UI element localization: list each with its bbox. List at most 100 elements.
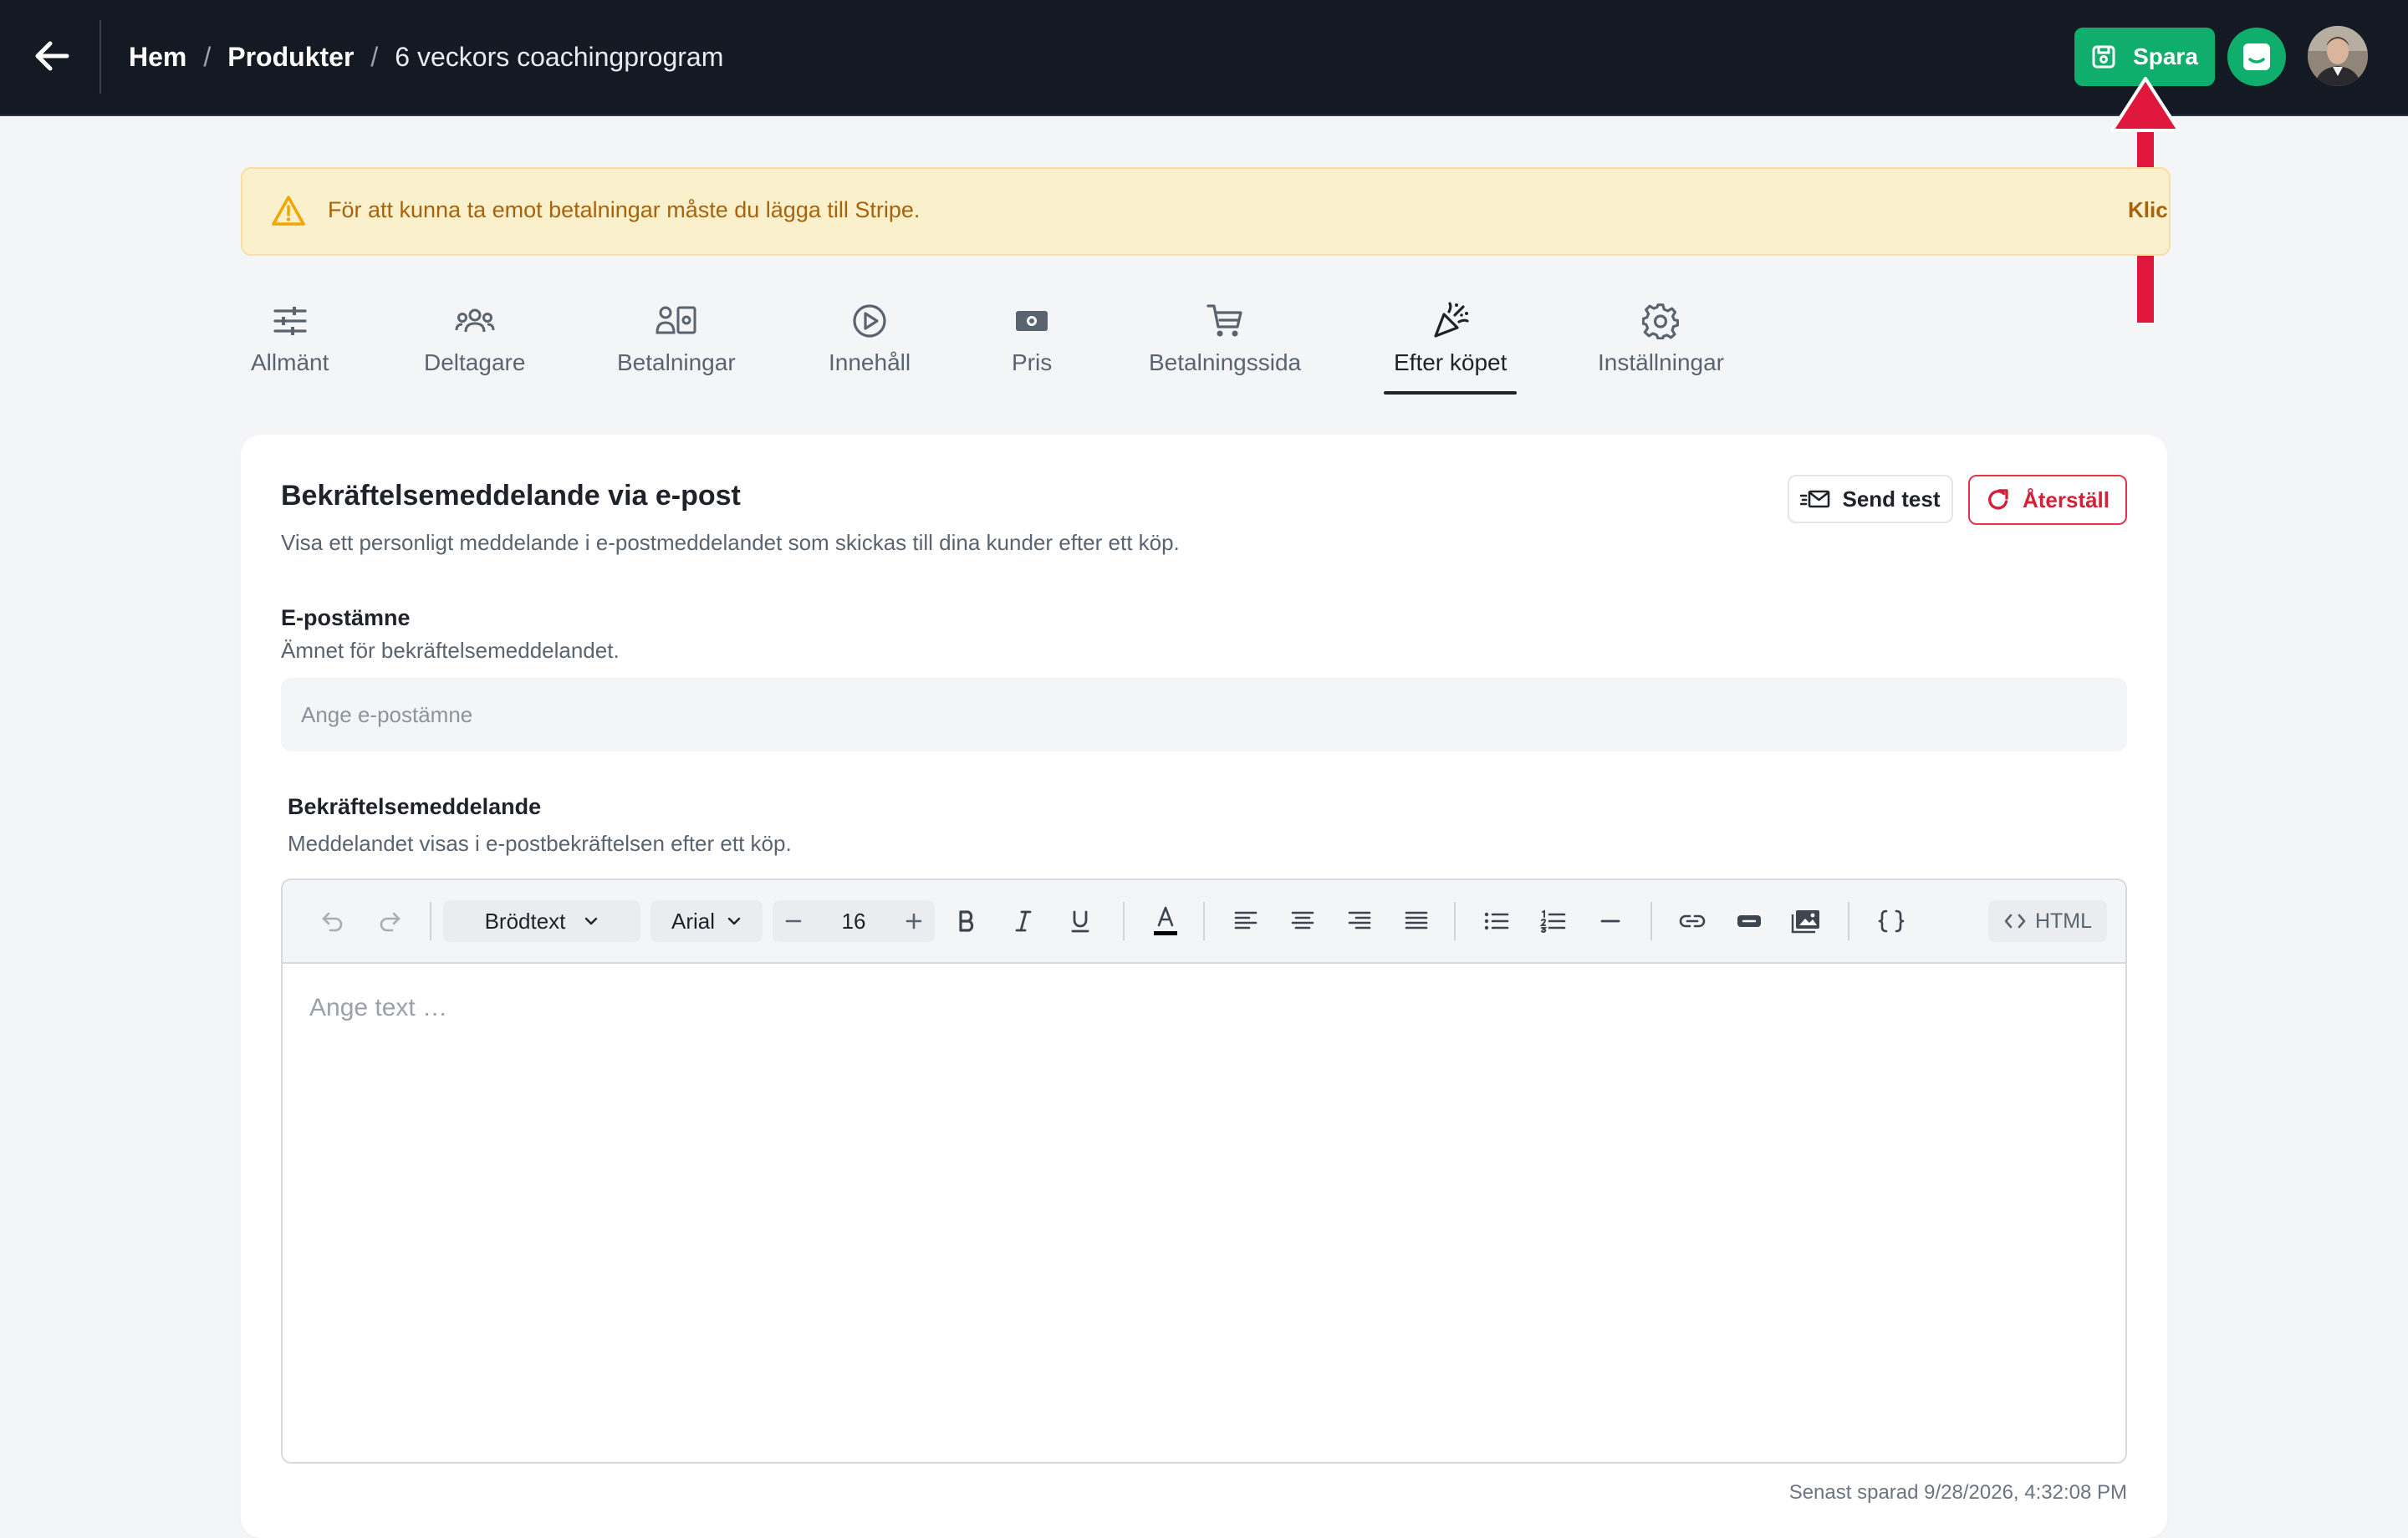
italic-icon [1015, 910, 1032, 932]
block-style-select[interactable]: Brödtext [443, 900, 640, 942]
align-right-button[interactable] [1341, 900, 1378, 942]
tab-label: Allmänt [251, 349, 329, 375]
image-icon [1791, 910, 1819, 934]
tab-label: Innehåll [829, 349, 911, 375]
tab-label: Pris [1012, 349, 1053, 375]
font-size-value[interactable]: 16 [842, 909, 866, 935]
horizontal-rule-button[interactable] [1592, 900, 1629, 942]
toolbar-separator [1650, 902, 1652, 940]
image-button[interactable] [1788, 900, 1824, 942]
avatar[interactable] [2308, 26, 2368, 86]
redo-button[interactable] [371, 900, 408, 942]
bullet-list-icon [1484, 912, 1509, 930]
send-mail-icon [1800, 490, 1830, 508]
breadcrumb-home[interactable]: Hem [129, 42, 186, 73]
align-center-button[interactable] [1284, 900, 1321, 942]
message-label: Bekräftelsemeddelande [288, 794, 542, 819]
tab-label: Efter köpet [1394, 349, 1508, 375]
underline-button[interactable] [1062, 900, 1099, 942]
message-help: Meddelandet visas i e-postbekräftelsen e… [288, 831, 792, 856]
tab-deltagare[interactable]: Deltagare [424, 298, 525, 395]
card-description: Visa ett personligt meddelande i e-postm… [281, 530, 1180, 555]
banner-action-link[interactable]: Klicka här för att göra de [2128, 197, 2169, 223]
confirmation-email-card: Bekräftelsemeddelande via e-post Visa et… [241, 435, 2167, 1538]
html-mode-button[interactable]: HTML [1988, 900, 2107, 942]
chat-icon [2243, 43, 2270, 70]
tab-label: Betalningssida [1149, 349, 1302, 375]
save-button[interactable]: Spara [2074, 28, 2215, 86]
variables-button[interactable] [1871, 900, 1911, 942]
align-center-icon [1291, 911, 1314, 929]
align-right-icon [1348, 911, 1371, 929]
bold-button[interactable] [948, 900, 985, 942]
cart-icon [1207, 304, 1242, 337]
tab-label: Deltagare [424, 349, 526, 375]
breadcrumb-separator: / [370, 41, 379, 72]
tab-betalningssida[interactable]: Betalningssida [1149, 298, 1301, 395]
numbered-list-icon [1540, 909, 1566, 933]
email-subject-input[interactable] [281, 678, 2127, 751]
undo-button[interactable] [314, 900, 351, 942]
arrow-left-icon [35, 41, 69, 71]
text-color-button[interactable] [1147, 900, 1184, 942]
breadcrumb: Hem / Produkter / 6 veckors coachingprog… [129, 37, 723, 77]
chevron-down-icon [585, 917, 598, 925]
tab-innehall[interactable]: Innehåll [829, 298, 911, 395]
minus-icon[interactable] [784, 912, 803, 930]
save-button-label: Spara [2133, 43, 2198, 69]
save-icon [2092, 45, 2115, 69]
redo-icon [380, 912, 400, 932]
refresh-icon [1988, 489, 2008, 510]
numbered-list-button[interactable] [1535, 900, 1572, 942]
tab-efter-kopet[interactable]: Efter köpet [1383, 298, 1518, 395]
tab-installningar[interactable]: Inställningar [1598, 298, 1724, 395]
underline-icon [1071, 910, 1089, 933]
font-select[interactable]: Arial [650, 900, 763, 942]
button-block-icon [1737, 915, 1761, 927]
last-saved-status: Senast sparad 9/28/2026, 4:32:08 PM [1788, 1481, 2127, 1504]
breadcrumb-products[interactable]: Produkter [227, 42, 354, 73]
align-left-button[interactable] [1227, 900, 1264, 942]
payments-icon [656, 306, 696, 334]
banner-message: För att kunna ta emot betalningar måste … [328, 197, 921, 222]
tab-allmant[interactable]: Allmänt [251, 298, 329, 395]
sliders-icon [273, 307, 307, 335]
users-icon [455, 308, 495, 333]
chevron-down-icon [727, 917, 741, 925]
code-icon [2004, 914, 2026, 929]
font-size-stepper[interactable]: 16 [773, 900, 935, 942]
tab-label: Inställningar [1598, 349, 1724, 375]
align-justify-button[interactable] [1398, 900, 1435, 942]
bullet-list-button[interactable] [1478, 900, 1515, 942]
send-test-button[interactable]: Send test [1788, 475, 1953, 523]
align-justify-icon [1405, 911, 1428, 929]
gear-icon [1642, 303, 1680, 339]
party-icon [1434, 302, 1469, 338]
stripe-warning-banner: För att kunna ta emot betalningar måste … [241, 167, 2171, 256]
html-mode-label: HTML [2034, 909, 2093, 933]
user-photo [2308, 26, 2368, 86]
tab-label: Betalningar [617, 349, 736, 375]
editor-content-area[interactable]: Ange text … [283, 962, 2125, 1462]
undo-icon [322, 912, 343, 932]
bold-icon [959, 910, 974, 932]
toolbar-separator [1123, 902, 1125, 940]
italic-button[interactable] [1005, 900, 1042, 942]
link-button[interactable] [1674, 900, 1711, 942]
text-color-icon [1154, 906, 1177, 935]
tab-pris[interactable]: Pris [1012, 298, 1052, 395]
horizontal-rule-icon [1600, 919, 1620, 923]
chat-button[interactable] [2227, 28, 2286, 86]
breadcrumb-separator: / [203, 41, 212, 72]
toolbar-separator [430, 902, 431, 940]
reset-button[interactable]: Återställ [1968, 475, 2127, 525]
button-insert-button[interactable] [1731, 900, 1768, 942]
rich-text-editor: Brödtext Arial 16 HTML Ange text … [281, 878, 2127, 1464]
tab-betalningar[interactable]: Betalningar [617, 298, 736, 395]
toolbar-separator [1848, 902, 1849, 940]
editor-toolbar: Brödtext Arial 16 HTML [283, 880, 2125, 964]
plus-icon[interactable] [905, 912, 923, 930]
reset-label: Återställ [2022, 486, 2110, 512]
back-button[interactable] [30, 33, 75, 79]
breadcrumb-current: 6 veckors coachingprogram [395, 41, 724, 72]
